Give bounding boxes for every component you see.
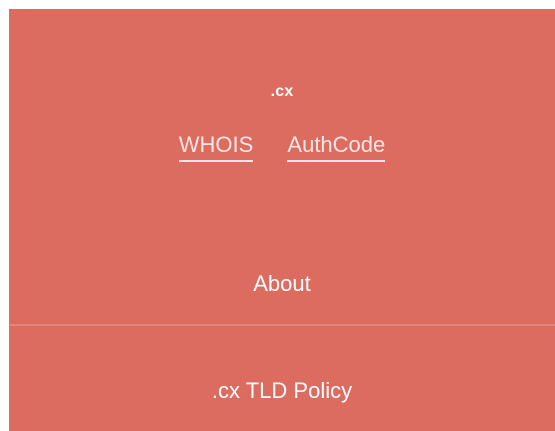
about-link[interactable]: About	[9, 271, 555, 297]
footer-panel: .cx WHOIS AuthCode About .cx TLD Policy	[9, 9, 555, 431]
site-title: .cx	[270, 83, 294, 100]
quick-links: WHOIS AuthCode	[9, 131, 555, 162]
tld-policy-link[interactable]: .cx TLD Policy	[9, 378, 555, 404]
authcode-link[interactable]: AuthCode	[287, 131, 386, 162]
menu-divider	[9, 324, 555, 326]
whois-link[interactable]: WHOIS	[178, 131, 254, 162]
